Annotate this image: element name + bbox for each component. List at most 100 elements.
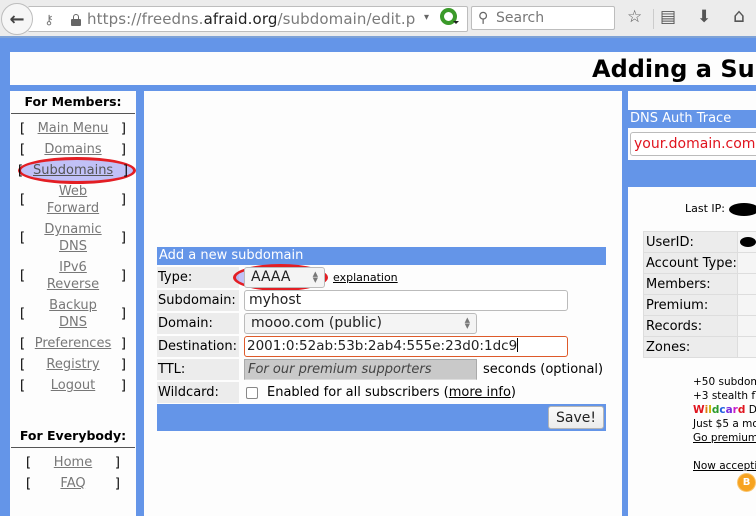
sidebar-item-dynamic-dns[interactable]: [ Dynamic DNS ] bbox=[14, 221, 132, 255]
domain-row: Domain: mooo.com (public) ▲ ▼ bbox=[157, 313, 606, 334]
more-info-link[interactable]: more info bbox=[449, 385, 511, 400]
sidebar: For Members: [ Main Menu ] [ Domains ] [… bbox=[10, 91, 136, 516]
trace-bar bbox=[628, 160, 756, 187]
table-row: Zones: bbox=[643, 336, 756, 358]
ttl-label: TTL: bbox=[157, 359, 239, 380]
wildcard-checkbox[interactable] bbox=[246, 386, 258, 399]
table-row: Members: bbox=[643, 273, 756, 295]
main-content: Add a new subdomain Type: AAAA ▲ ▼ explan… bbox=[144, 91, 622, 516]
subdomain-row: Subdomain: myhost bbox=[157, 290, 606, 311]
url-text[interactable]: https://freedns.afraid.org/subdomain/edi… bbox=[87, 10, 415, 28]
bookmark-star-icon[interactable]: ☆ bbox=[627, 7, 642, 27]
wildcard-rainbow-text: Wildcard bbox=[693, 404, 745, 416]
lock-icon bbox=[71, 14, 81, 26]
subdomain-label: Subdomain: bbox=[157, 290, 239, 311]
ttl-row: TTL: For our premium supporters seconds … bbox=[157, 359, 606, 380]
url-dropdown-icon[interactable]: ▾ bbox=[424, 12, 429, 23]
go-premium-link[interactable]: Go premium bbox=[693, 432, 756, 444]
select-spinner-icon: ▲ ▼ bbox=[464, 316, 470, 330]
sidebar-link[interactable]: Backup DNS bbox=[43, 297, 103, 331]
sidebar-link[interactable]: Preferences bbox=[33, 335, 113, 352]
last-ip-label: Last IP: bbox=[685, 202, 725, 215]
destination-label: Destination: bbox=[157, 336, 239, 357]
sidebar-item-subdomains[interactable]: [ Subdomains ] bbox=[14, 157, 136, 184]
sidebar-link[interactable]: Domains bbox=[33, 141, 113, 158]
rainbow-letter: a bbox=[725, 404, 733, 416]
subdomain-input[interactable]: myhost bbox=[244, 290, 568, 311]
sidebar-item-main-menu[interactable]: [ Main Menu ] bbox=[14, 120, 132, 137]
ttl-suffix: seconds (optional) bbox=[483, 362, 604, 377]
wildcard-label: Wildcard: bbox=[157, 382, 239, 403]
sidebar-link[interactable]: Main Menu bbox=[33, 120, 113, 137]
type-row: Type: AAAA ▲ ▼ explanation bbox=[157, 264, 606, 291]
explanation-link[interactable]: explanation bbox=[333, 271, 398, 284]
back-button[interactable]: ← bbox=[1, 3, 33, 35]
bitcoin-icon[interactable]: B bbox=[738, 474, 755, 491]
sidebar-link[interactable]: FAQ bbox=[33, 475, 113, 492]
table-row: Records: bbox=[643, 315, 756, 337]
trace-heading: DNS Auth Trace bbox=[628, 110, 756, 128]
form-footer: Save! bbox=[157, 404, 606, 431]
search-box[interactable]: ⚲ Search bbox=[471, 6, 615, 30]
now-accepting-link[interactable]: Now acceptin bbox=[693, 460, 756, 472]
domain-select[interactable]: mooo.com (public) ▲ ▼ bbox=[244, 313, 477, 334]
members-menu: [ Main Menu ] [ Domains ] [ Subdomains ]… bbox=[10, 114, 136, 394]
reading-list-icon[interactable]: ▤ bbox=[660, 7, 676, 27]
trace-input[interactable]: your.domain.com bbox=[630, 132, 756, 156]
type-select[interactable]: AAAA ▲ ▼ bbox=[244, 267, 325, 288]
everybody-heading: For Everybody: bbox=[11, 425, 135, 448]
redacted-ip bbox=[729, 203, 756, 216]
premium-promo: +50 subdom +3 stealth fl Wildcard D Just… bbox=[693, 375, 756, 473]
destination-input[interactable]: 2001:0:52ab:53b:2ab4:555e:23d0:1dc9 bbox=[244, 336, 568, 357]
sidebar-item-web-forward[interactable]: [ Web Forward ] bbox=[14, 183, 132, 217]
browser-toolbar: ⚷ https://freedns.afraid.org/subdomain/e… bbox=[0, 0, 756, 38]
text-caret bbox=[517, 338, 519, 352]
domain-label: Domain: bbox=[157, 313, 239, 334]
page-banner: Adding a Subdomain bbox=[10, 52, 756, 85]
destination-row: Destination: 2001:0:52ab:53b:2ab4:555e:2… bbox=[157, 336, 606, 357]
wildcard-row: Wildcard: Enabled for all subscribers (m… bbox=[157, 382, 606, 403]
form-heading: Add a new subdomain bbox=[157, 247, 606, 265]
sidebar-item-home[interactable]: [ Home ] bbox=[14, 454, 132, 471]
home-icon[interactable]: ⌂ bbox=[733, 5, 745, 27]
sidebar-link[interactable]: Dynamic DNS bbox=[40, 221, 106, 255]
table-row: Premium: bbox=[643, 294, 756, 316]
back-arrow-icon: ← bbox=[9, 8, 25, 30]
download-icon[interactable]: ⬇ bbox=[697, 7, 711, 27]
everybody-menu: [ Home ] [ FAQ ] bbox=[10, 448, 136, 492]
extension-icon[interactable] bbox=[440, 8, 459, 25]
table-row: UserID: bbox=[643, 231, 756, 253]
sidebar-item-preferences[interactable]: [ Preferences ] bbox=[14, 335, 132, 352]
wildcard-text: Enabled for all subscribers (more info) bbox=[267, 385, 516, 400]
right-panel: DNS Auth Trace your.domain.com Last IP: … bbox=[628, 91, 756, 516]
search-icon: ⚲ bbox=[478, 10, 489, 26]
key-icon[interactable]: ⚷ bbox=[36, 10, 62, 30]
redacted-userid bbox=[739, 236, 756, 247]
page-title: Adding a Subdomain bbox=[592, 55, 756, 83]
sidebar-item-logout[interactable]: [ Logout ] bbox=[14, 377, 132, 394]
sidebar-item-backup-dns[interactable]: [ Backup DNS ] bbox=[14, 297, 132, 331]
sidebar-item-domains[interactable]: [ Domains ] bbox=[14, 141, 132, 158]
search-placeholder: Search bbox=[496, 10, 545, 26]
sidebar-link[interactable]: Web Forward bbox=[43, 183, 103, 217]
toolbar-separator bbox=[653, 9, 654, 29]
type-label: Type: bbox=[157, 267, 239, 288]
table-row: Account Type: bbox=[643, 252, 756, 274]
sidebar-link[interactable]: Registry bbox=[33, 356, 113, 373]
sidebar-link[interactable]: Subdomains bbox=[33, 162, 113, 179]
wildcard-promo-line: Wildcard D bbox=[693, 404, 756, 416]
ttl-input: For our premium supporters bbox=[244, 359, 477, 380]
members-heading: For Members: bbox=[11, 91, 135, 114]
sidebar-link[interactable]: IPv6 Reverse bbox=[43, 259, 103, 293]
url-bar[interactable]: ⚷ https://freedns.afraid.org/subdomain/e… bbox=[28, 6, 468, 32]
add-subdomain-form: Add a new subdomain Type: AAAA ▲ ▼ explan… bbox=[157, 247, 606, 431]
save-button[interactable]: Save! bbox=[548, 406, 604, 429]
rainbow-letter: W bbox=[693, 404, 705, 416]
sidebar-link[interactable]: Logout bbox=[33, 377, 113, 394]
select-spinner-icon: ▲ ▼ bbox=[312, 270, 318, 284]
sidebar-item-ipv6-reverse[interactable]: [ IPv6 Reverse ] bbox=[14, 259, 132, 293]
account-table: UserID: Account Type: Members: Premium: … bbox=[643, 231, 756, 358]
sidebar-link[interactable]: Home bbox=[33, 454, 113, 471]
sidebar-item-registry[interactable]: [ Registry ] bbox=[14, 356, 132, 373]
sidebar-item-faq[interactable]: [ FAQ ] bbox=[14, 475, 132, 492]
